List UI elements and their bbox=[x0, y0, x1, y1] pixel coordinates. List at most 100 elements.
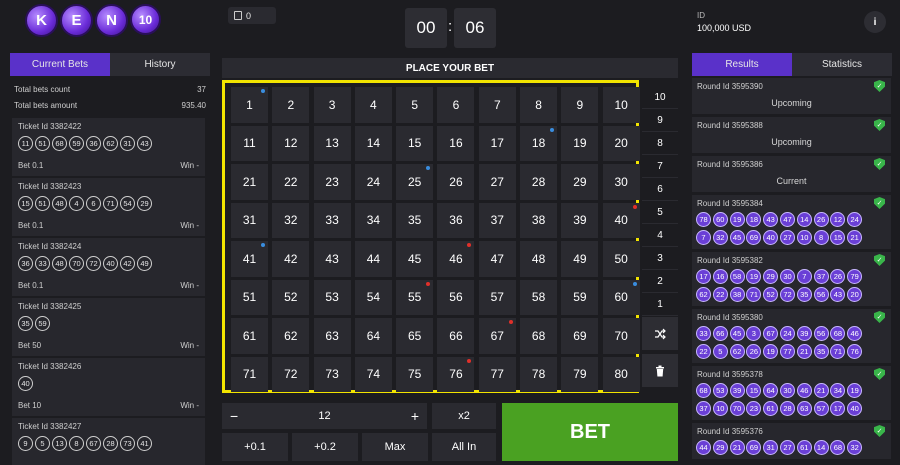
number-cell[interactable]: 10 bbox=[602, 87, 640, 123]
number-cell[interactable]: 23 bbox=[313, 164, 351, 200]
number-cell[interactable]: 48 bbox=[520, 241, 558, 277]
tab-current-bets[interactable]: Current Bets bbox=[10, 53, 110, 76]
ticket-card[interactable]: Ticket Id 3382425 35 59 Bet 50 Win - bbox=[12, 298, 205, 356]
number-cell[interactable]: 6 bbox=[437, 87, 475, 123]
number-cell[interactable]: 21 bbox=[231, 164, 268, 200]
round-card[interactable]: Round Id 3595388 ✓ Upcoming bbox=[692, 117, 891, 153]
number-cell[interactable]: 22 bbox=[272, 164, 310, 200]
number-cell[interactable]: 58 bbox=[520, 279, 558, 315]
number-cell[interactable]: 19 bbox=[561, 125, 599, 161]
number-cell[interactable]: 12 bbox=[272, 125, 310, 161]
round-card[interactable]: Round Id 3595376 ✓ 44 29 21 69 31 27 61 14 68 32 bbox=[692, 423, 891, 459]
number-cell[interactable]: 72 bbox=[272, 356, 310, 392]
number-cell[interactable]: 74 bbox=[354, 356, 392, 392]
number-cell[interactable]: 78 bbox=[520, 356, 558, 392]
number-cell[interactable]: 76 bbox=[437, 356, 475, 392]
number-cell[interactable]: 61 bbox=[231, 318, 268, 354]
number-cell[interactable]: 50 bbox=[602, 241, 640, 277]
tab-statistics[interactable]: Statistics bbox=[792, 53, 892, 76]
number-cell[interactable]: 52 bbox=[272, 279, 310, 315]
number-cell[interactable]: 62 bbox=[272, 318, 310, 354]
add-02-button[interactable]: +0.2 bbox=[292, 433, 358, 461]
ticket-card[interactable]: Ticket Id 3382424 36 33 48 70 72 40 42 49 Bet 0.1… bbox=[12, 238, 205, 296]
number-cell[interactable]: 20 bbox=[602, 125, 640, 161]
number-cell[interactable]: 44 bbox=[354, 241, 392, 277]
ticket-card[interactable]: Ticket Id 3382423 15 51 48 4 6 71 54 29 Bet 0.1 Wi… bbox=[12, 178, 205, 236]
number-cell[interactable]: 65 bbox=[396, 318, 434, 354]
number-cell[interactable]: 27 bbox=[478, 164, 516, 200]
number-cell[interactable]: 66 bbox=[437, 318, 475, 354]
number-cell[interactable]: 69 bbox=[561, 318, 599, 354]
number-cell[interactable]: 24 bbox=[354, 164, 392, 200]
number-cell[interactable]: 25 bbox=[396, 164, 434, 200]
number-cell[interactable]: 38 bbox=[520, 202, 558, 238]
number-cell[interactable]: 77 bbox=[478, 356, 516, 392]
round-card[interactable]: Round Id 3595382 ✓ 17 16 58 19 29 30 7 37 26 79 62 22… bbox=[692, 252, 891, 306]
number-cell[interactable]: 34 bbox=[354, 202, 392, 238]
number-cell[interactable]: 64 bbox=[354, 318, 392, 354]
round-card[interactable]: Round Id 3595378 ✓ 68 53 39 15 64 30 46 21 34 19 37 1… bbox=[692, 366, 891, 420]
clear-button[interactable] bbox=[642, 354, 678, 387]
number-cell[interactable]: 30 bbox=[602, 164, 640, 200]
ticket-card[interactable]: Ticket Id 3382426 40 Bet 10 Win - bbox=[12, 358, 205, 416]
increase-button[interactable]: + bbox=[411, 408, 419, 424]
number-cell[interactable]: 51 bbox=[231, 279, 268, 315]
number-cell[interactable]: 5 bbox=[396, 87, 434, 123]
max-button[interactable]: Max bbox=[362, 433, 428, 461]
number-cell[interactable]: 41 bbox=[231, 241, 268, 277]
number-cell[interactable]: 40 bbox=[602, 202, 640, 238]
number-cell[interactable]: 1 bbox=[231, 87, 268, 123]
number-cell[interactable]: 63 bbox=[313, 318, 351, 354]
random-pick-button[interactable] bbox=[642, 317, 678, 350]
number-cell[interactable]: 2 bbox=[272, 87, 310, 123]
number-cell[interactable]: 71 bbox=[231, 356, 268, 392]
number-cell[interactable]: 32 bbox=[272, 202, 310, 238]
number-cell[interactable]: 60 bbox=[602, 279, 640, 315]
number-cell[interactable]: 29 bbox=[561, 164, 599, 200]
number-cell[interactable]: 57 bbox=[478, 279, 516, 315]
number-cell[interactable]: 53 bbox=[313, 279, 351, 315]
number-cell[interactable]: 15 bbox=[396, 125, 434, 161]
number-cell[interactable]: 42 bbox=[272, 241, 310, 277]
number-cell[interactable]: 17 bbox=[478, 125, 516, 161]
info-button[interactable]: i bbox=[864, 11, 886, 33]
number-cell[interactable]: 14 bbox=[354, 125, 392, 161]
number-cell[interactable]: 4 bbox=[354, 87, 392, 123]
number-cell[interactable]: 9 bbox=[561, 87, 599, 123]
round-card[interactable]: Round Id 3595386 ✓ Current bbox=[692, 156, 891, 192]
number-cell[interactable]: 55 bbox=[396, 279, 434, 315]
number-cell[interactable]: 43 bbox=[313, 241, 351, 277]
number-cell[interactable]: 13 bbox=[313, 125, 351, 161]
number-cell[interactable]: 33 bbox=[313, 202, 351, 238]
number-cell[interactable]: 31 bbox=[231, 202, 268, 238]
number-cell[interactable]: 47 bbox=[478, 241, 516, 277]
add-01-button[interactable]: +0.1 bbox=[222, 433, 288, 461]
ticket-card[interactable]: Ticket Id 3382427 9 5 13 8 67 28 73 41 bbox=[12, 418, 205, 465]
number-cell[interactable]: 28 bbox=[520, 164, 558, 200]
number-cell[interactable]: 39 bbox=[561, 202, 599, 238]
number-cell[interactable]: 79 bbox=[561, 356, 599, 392]
number-cell[interactable]: 16 bbox=[437, 125, 475, 161]
number-cell[interactable]: 18 bbox=[520, 125, 558, 161]
double-button[interactable]: x2 bbox=[432, 403, 496, 429]
number-cell[interactable]: 73 bbox=[313, 356, 351, 392]
number-cell[interactable]: 8 bbox=[520, 87, 558, 123]
number-cell[interactable]: 80 bbox=[602, 356, 640, 392]
round-card[interactable]: Round Id 3595390 ✓ Upcoming bbox=[692, 78, 891, 114]
number-cell[interactable]: 7 bbox=[478, 87, 516, 123]
number-cell[interactable]: 11 bbox=[231, 125, 268, 161]
ticket-card[interactable]: Ticket Id 3382422 11 51 68 59 36 62 31 43 Bet 0.1… bbox=[12, 118, 205, 176]
number-cell[interactable]: 54 bbox=[354, 279, 392, 315]
bet-button[interactable]: BET bbox=[502, 403, 678, 461]
tab-results[interactable]: Results bbox=[692, 53, 792, 76]
all-in-button[interactable]: All In bbox=[432, 433, 496, 461]
number-cell[interactable]: 37 bbox=[478, 202, 516, 238]
number-cell[interactable]: 70 bbox=[602, 318, 640, 354]
amount-value[interactable]: 12 bbox=[318, 410, 330, 422]
number-cell[interactable]: 45 bbox=[396, 241, 434, 277]
number-cell[interactable]: 46 bbox=[437, 241, 475, 277]
number-cell[interactable]: 59 bbox=[561, 279, 599, 315]
round-card[interactable]: Round Id 3595380 ✓ 33 66 45 3 67 24 39 56 68 46 22 5 6… bbox=[692, 309, 891, 363]
number-cell[interactable]: 56 bbox=[437, 279, 475, 315]
number-cell[interactable]: 36 bbox=[437, 202, 475, 238]
